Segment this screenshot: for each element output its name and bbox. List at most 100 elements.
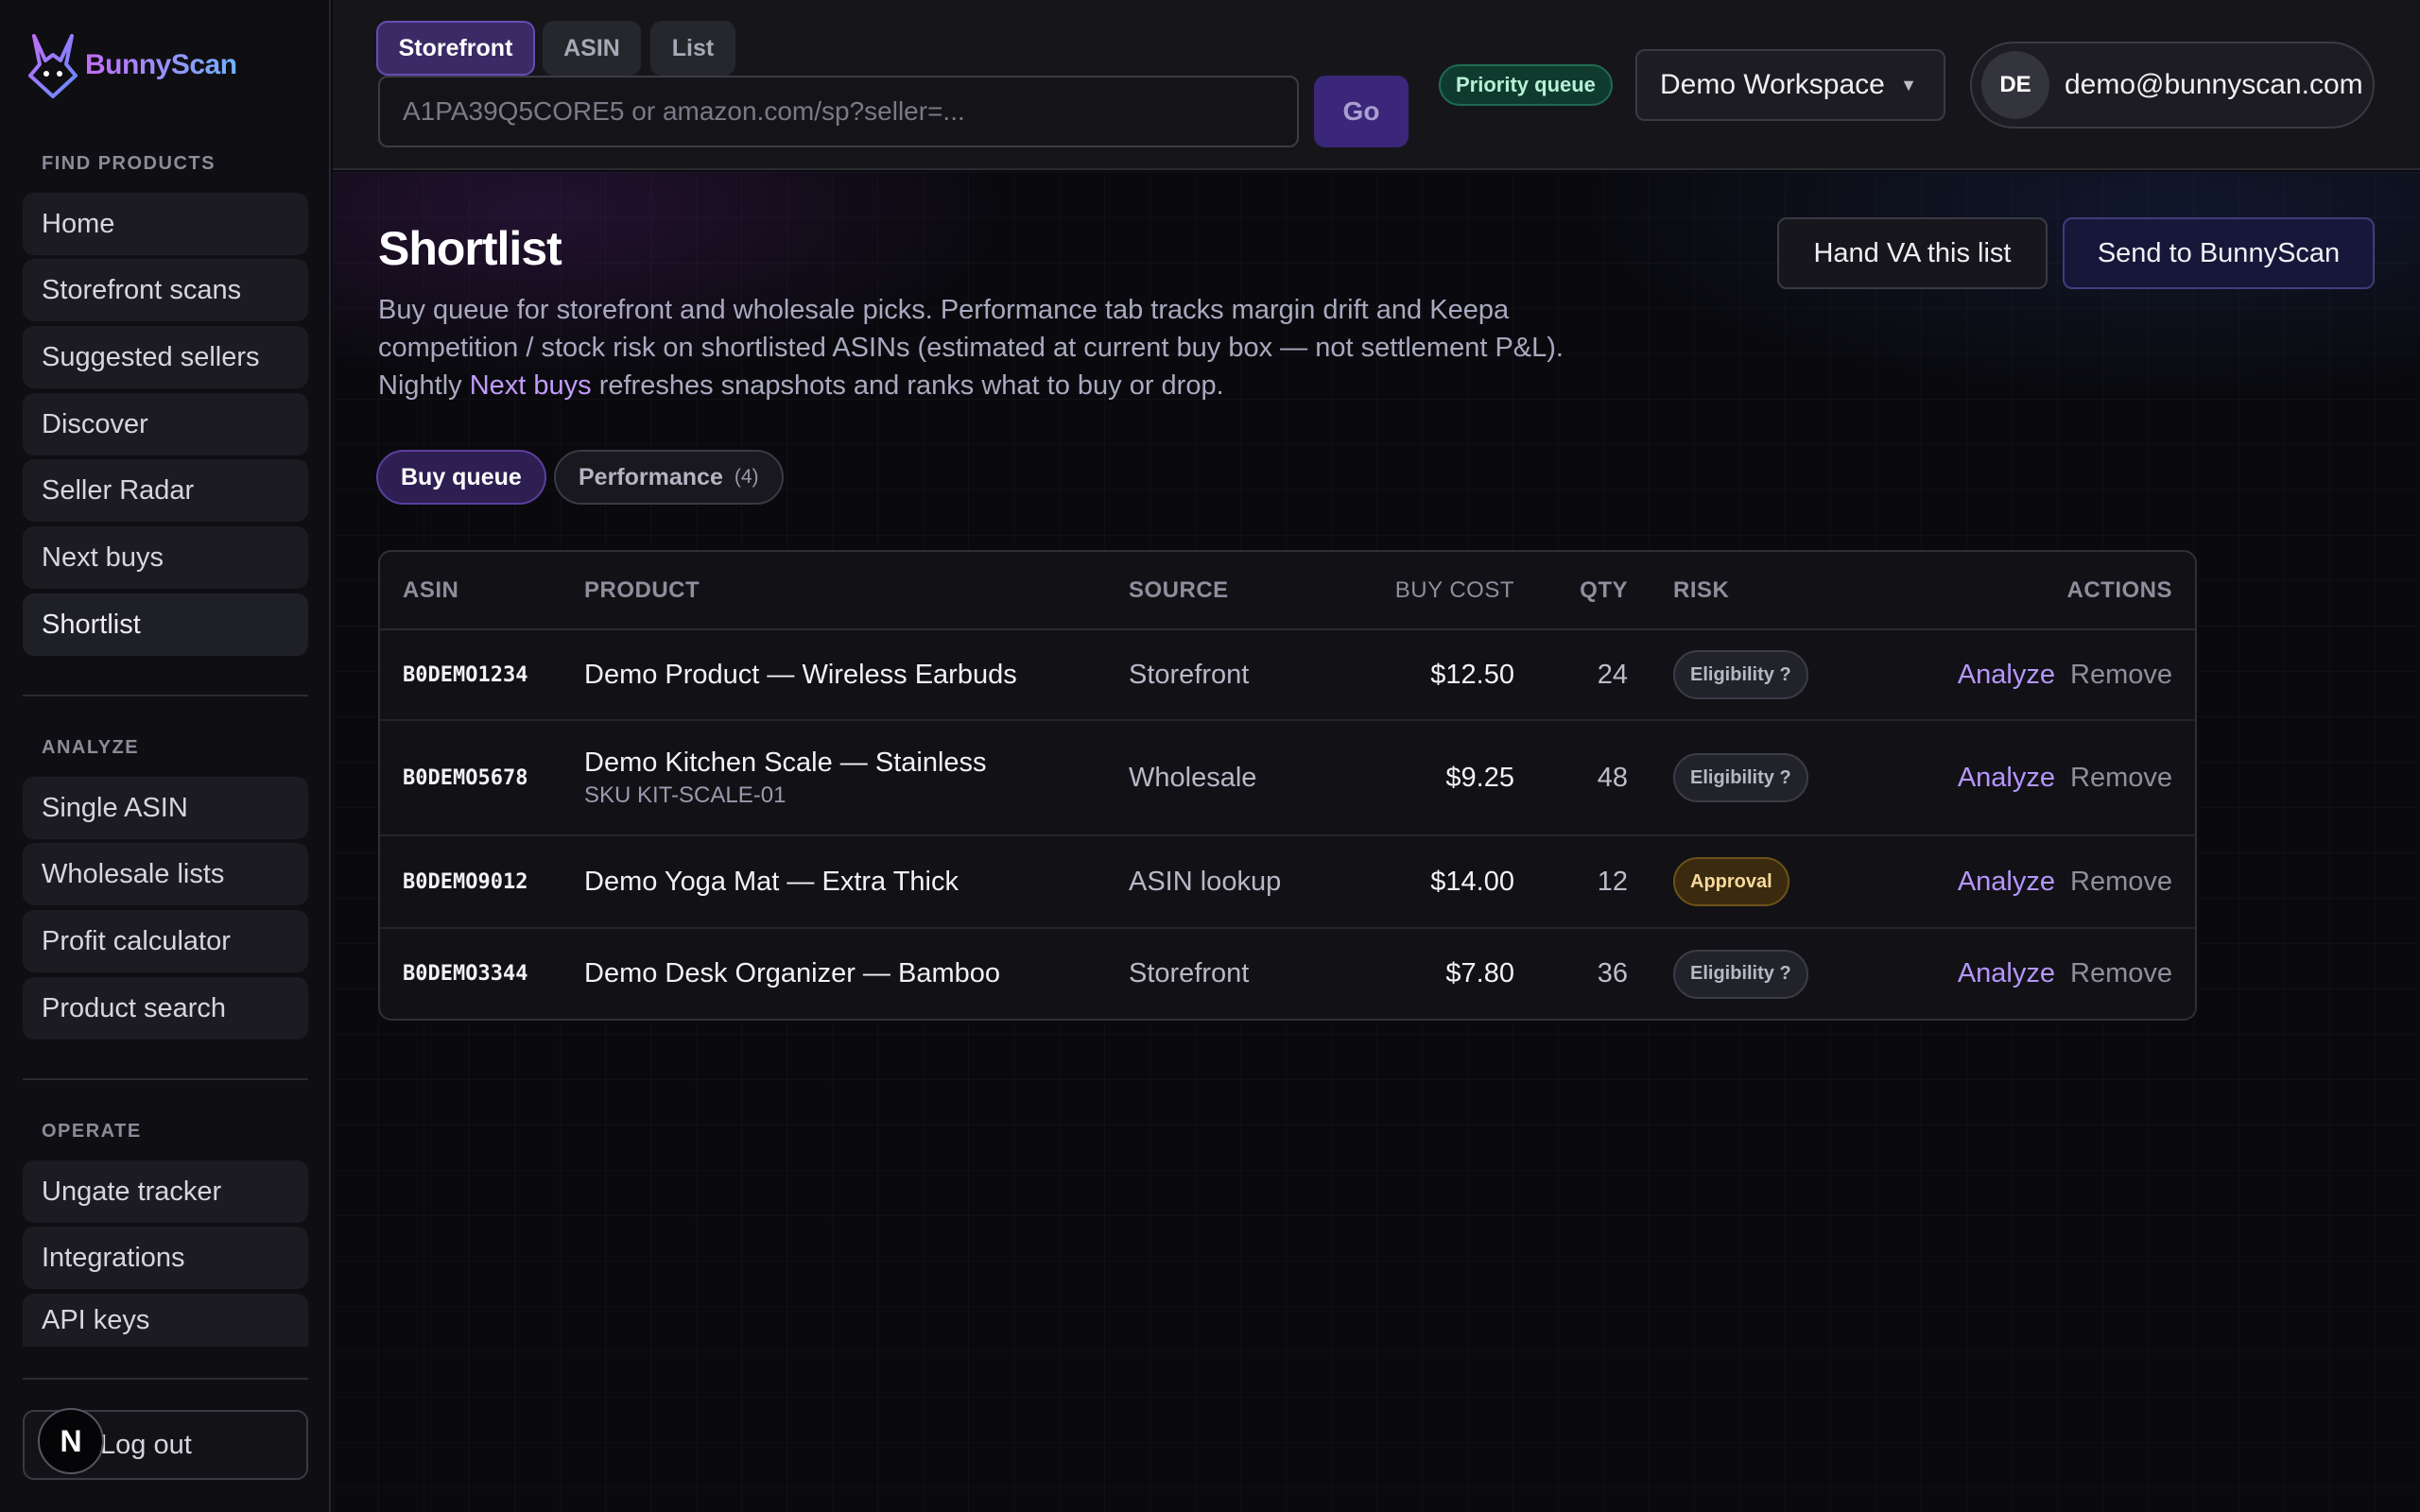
remove-button[interactable]: Remove xyxy=(2070,867,2172,897)
page-description: Buy queue for storefront and wholesale p… xyxy=(378,291,1645,404)
actions-cell: Analyze Remove xyxy=(1817,629,2195,721)
sidebar-item-integrations[interactable]: Integrations xyxy=(23,1227,308,1289)
analyze-button[interactable]: Analyze xyxy=(1958,867,2055,897)
tab-storefront[interactable]: Storefront xyxy=(376,21,535,76)
source-cell: Wholesale xyxy=(1129,720,1356,836)
product-sku: SKU KIT-SCALE-01 xyxy=(584,782,786,808)
sidebar-item-suggested-sellers[interactable]: Suggested sellers xyxy=(23,326,308,388)
table-row[interactable]: B0DEMO3344 Demo Desk Organizer — Bamboo … xyxy=(380,928,2195,1019)
section-label-operate: OPERATE xyxy=(42,1121,142,1142)
product-cell: Demo Kitchen Scale — Stainless SKU KIT-SC… xyxy=(584,720,1129,836)
send-to-bunnyscan-button[interactable]: Send to BunnyScan xyxy=(2063,217,2375,289)
sidebar-item-storefront-scans[interactable]: Storefront scans xyxy=(23,259,308,321)
description-text-end: refreshes snapshots and ranks what to bu… xyxy=(591,370,1224,401)
sidebar-item-seller-radar[interactable]: Seller Radar xyxy=(23,459,308,522)
risk-badge[interactable]: Eligibility ? xyxy=(1673,949,1808,999)
risk-cell: Eligibility ? xyxy=(1628,720,1817,836)
product-name: Demo Product — Wireless Earbuds xyxy=(584,659,1017,690)
priority-queue-badge: Priority queue xyxy=(1439,64,1613,106)
risk-badge[interactable]: Eligibility ? xyxy=(1673,753,1808,802)
tab-performance-count: (4) xyxy=(734,466,759,488)
sidebar-item-ungate-tracker[interactable]: Ungate tracker xyxy=(23,1160,308,1223)
actions-cell: Analyze Remove xyxy=(1817,720,2195,836)
analyze-button[interactable]: Analyze xyxy=(1958,763,2055,793)
column-header-risk[interactable]: RISK xyxy=(1628,552,1817,630)
sidebar-item-shortlist[interactable]: Shortlist xyxy=(23,593,308,656)
column-header-qty[interactable]: QTY xyxy=(1514,552,1628,630)
analyze-button[interactable]: Analyze xyxy=(1958,660,2055,690)
caret-down-icon: ▼ xyxy=(1900,75,1917,94)
page-title: Shortlist xyxy=(378,222,562,275)
hand-va-list-button[interactable]: Hand VA this list xyxy=(1777,217,2048,289)
shortlist-table: ASIN PRODUCT SOURCE BUY COST QTY RISK AC… xyxy=(378,550,2197,1021)
remove-button[interactable]: Remove xyxy=(2070,660,2172,690)
qty-cell: 48 xyxy=(1514,720,1628,836)
actions-cell: Analyze Remove xyxy=(1817,928,2195,1019)
column-header-buy-cost[interactable]: BUY COST xyxy=(1356,552,1514,630)
column-header-product[interactable]: PRODUCT xyxy=(584,552,1129,630)
brand-logo[interactable]: BunnyScan xyxy=(28,32,237,98)
tab-asin[interactable]: ASIN xyxy=(543,21,641,76)
asin-cell: B0DEMO9012 xyxy=(380,835,584,929)
sidebar-divider xyxy=(23,695,308,696)
bunny-logo-icon xyxy=(28,34,78,98)
brand-name: BunnyScan xyxy=(85,49,237,80)
buy-cost-cell: $7.80 xyxy=(1445,958,1514,988)
sidebar-divider xyxy=(23,1378,308,1380)
sidebar: BunnyScan FIND PRODUCTS Home Storefront … xyxy=(0,0,331,1512)
tab-buy-queue[interactable]: Buy queue xyxy=(376,450,546,505)
risk-cell: Eligibility ? xyxy=(1628,928,1817,1019)
risk-badge[interactable]: Eligibility ? xyxy=(1673,650,1808,699)
tab-list[interactable]: List xyxy=(650,21,735,76)
actions-cell: Analyze Remove xyxy=(1817,835,2195,929)
risk-cell: Eligibility ? xyxy=(1628,629,1817,721)
sidebar-divider xyxy=(23,1078,308,1080)
column-header-asin[interactable]: ASIN xyxy=(380,552,584,630)
sidebar-item-discover[interactable]: Discover xyxy=(23,393,308,455)
product-cell: Demo Product — Wireless Earbuds xyxy=(584,629,1129,721)
source-cell: Storefront xyxy=(1129,958,1250,988)
next-buys-link[interactable]: Next buys xyxy=(470,370,592,401)
product-cell: Demo Yoga Mat — Extra Thick xyxy=(584,835,1129,929)
risk-badge[interactable]: Approval xyxy=(1673,857,1789,906)
table-row[interactable]: B0DEMO9012 Demo Yoga Mat — Extra Thick A… xyxy=(380,835,2195,929)
tab-performance[interactable]: Performance (4) xyxy=(554,450,784,505)
sidebar-item-api-keys[interactable]: API keys xyxy=(23,1294,308,1347)
sidebar-item-home[interactable]: Home xyxy=(23,193,308,255)
buy-cost-cell: $9.25 xyxy=(1356,720,1514,836)
qty-cell: 24 xyxy=(1514,629,1628,721)
sidebar-item-wholesale-lists[interactable]: Wholesale lists xyxy=(23,843,308,905)
source-cell: ASIN lookup xyxy=(1129,835,1356,929)
workspace-name: Demo Workspace xyxy=(1660,69,1885,100)
go-button[interactable]: Go xyxy=(1314,76,1409,147)
risk-cell: Approval xyxy=(1628,835,1817,929)
section-label-analyze: ANALYZE xyxy=(42,737,140,758)
user-menu[interactable]: DE demo@bunnyscan.com xyxy=(1970,42,2375,129)
sidebar-item-profit-calculator[interactable]: Profit calculator xyxy=(23,910,308,972)
qty-cell: 12 xyxy=(1514,835,1628,929)
remove-button[interactable]: Remove xyxy=(2070,958,2172,988)
asin-cell: B0DEMO5678 xyxy=(380,720,584,836)
remove-button[interactable]: Remove xyxy=(2070,763,2172,793)
avatar: DE xyxy=(1981,51,2049,119)
asin-cell: B0DEMO1234 xyxy=(380,629,584,721)
qty-cell: 36 xyxy=(1597,958,1628,988)
product-cell: Demo Desk Organizer — Bamboo xyxy=(584,928,1129,1019)
table-row[interactable]: B0DEMO1234 Demo Product — Wireless Earbu… xyxy=(380,629,2195,721)
seller-search-input[interactable] xyxy=(378,76,1299,147)
column-header-source[interactable]: SOURCE xyxy=(1129,552,1356,630)
n-badge-icon[interactable]: N xyxy=(38,1408,104,1474)
sidebar-item-next-buys[interactable]: Next buys xyxy=(23,526,308,589)
source-cell: Storefront xyxy=(1129,629,1356,721)
column-header-actions: ACTIONS xyxy=(1817,552,2195,630)
table-row[interactable]: B0DEMO5678 Demo Kitchen Scale — Stainles… xyxy=(380,720,2195,836)
sidebar-item-product-search[interactable]: Product search xyxy=(23,977,308,1040)
product-name: Demo Desk Organizer — Bamboo xyxy=(584,958,1000,988)
workspace-select[interactable]: Demo Workspace ▼ xyxy=(1635,49,1945,121)
sidebar-item-single-asin[interactable]: Single ASIN xyxy=(23,777,308,839)
tab-performance-label: Performance xyxy=(579,463,723,490)
product-name: Demo Yoga Mat — Extra Thick xyxy=(584,866,959,897)
buy-cost-cell: $12.50 xyxy=(1356,629,1514,721)
analyze-button[interactable]: Analyze xyxy=(1958,958,2055,988)
asin-cell: B0DEMO3344 xyxy=(403,962,528,986)
